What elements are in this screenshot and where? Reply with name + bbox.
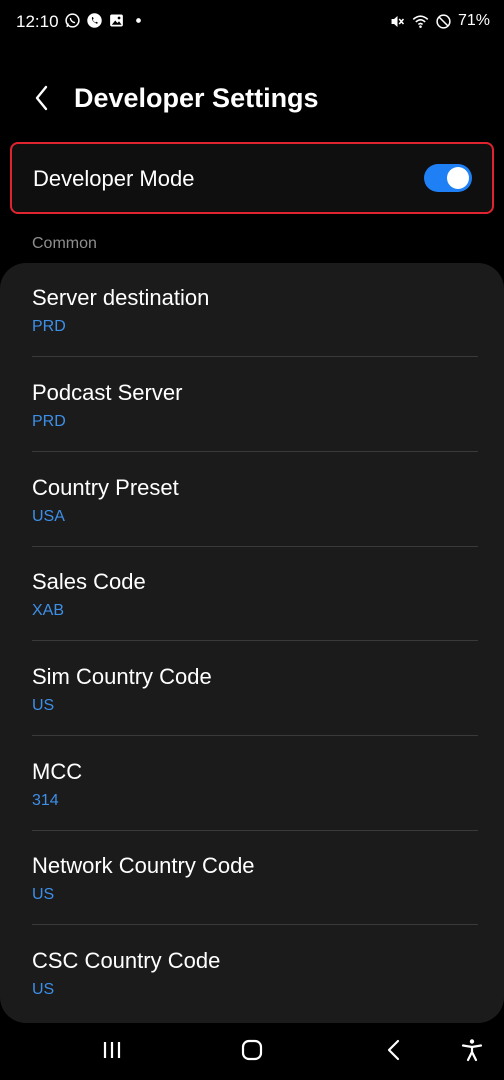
- developer-mode-row[interactable]: Developer Mode: [10, 142, 494, 214]
- item-value: PRD: [32, 413, 66, 430]
- status-bar: 12:10 71%: [0, 0, 504, 44]
- app-header: Developer Settings: [0, 72, 504, 128]
- wifi-icon: [412, 14, 429, 28]
- item-title: Sales Code: [32, 569, 146, 594]
- divider: [32, 640, 478, 641]
- divider: [32, 451, 478, 452]
- mute-icon: [391, 15, 405, 27]
- back-icon: [387, 1039, 400, 1061]
- home-button[interactable]: [232, 1030, 272, 1070]
- item-title: MCC: [32, 759, 83, 784]
- developer-mode-toggle[interactable]: [424, 164, 472, 192]
- item-value: 314: [32, 792, 59, 809]
- chevron-left-icon: [35, 85, 48, 111]
- status-time: 12:10: [16, 12, 59, 31]
- gallery-icon: [110, 14, 123, 27]
- list-item-server-destination[interactable]: Server destination PRD: [0, 263, 504, 357]
- item-title: Network Country Code: [32, 853, 255, 878]
- recents-button[interactable]: [92, 1030, 132, 1070]
- battery-percentage: 71%: [457, 12, 490, 29]
- navigation-bar: [0, 1020, 504, 1080]
- divider: [32, 356, 478, 357]
- developer-mode-label: Developer Mode: [33, 166, 195, 191]
- accessibility-icon: [461, 1039, 483, 1062]
- divider: [32, 735, 478, 736]
- recents-icon: [103, 1042, 121, 1058]
- whatsapp-call-icon: [87, 13, 102, 28]
- list-item-sales-code[interactable]: Sales Code XAB: [0, 547, 504, 641]
- item-value: US: [32, 981, 55, 998]
- back-button[interactable]: [22, 78, 62, 118]
- item-value: USA: [32, 508, 65, 525]
- dot-icon: [136, 18, 141, 23]
- divider: [32, 924, 478, 925]
- page-title: Developer Settings: [74, 83, 319, 113]
- nav-back-button[interactable]: [374, 1030, 414, 1070]
- notification-icons: [64, 12, 147, 29]
- list-item-csc-country-code[interactable]: CSC Country Code US: [0, 926, 504, 1020]
- item-value: US: [32, 886, 55, 903]
- item-title: CSC Country Code: [32, 948, 221, 973]
- section-header-common: Common: [32, 235, 97, 252]
- item-title: Podcast Server: [32, 380, 183, 405]
- list-item-podcast-server[interactable]: Podcast Server PRD: [0, 358, 504, 452]
- home-icon: [241, 1039, 263, 1061]
- toggle-knob: [447, 167, 469, 189]
- item-value: US: [32, 697, 55, 714]
- accessibility-button[interactable]: [452, 1030, 492, 1070]
- item-value: PRD: [32, 318, 66, 335]
- list-item-sim-country-code[interactable]: Sim Country Code US: [0, 642, 504, 736]
- system-status-icons: 71%: [389, 12, 490, 30]
- list-item-mcc[interactable]: MCC 314: [0, 737, 504, 831]
- settings-list: Server destination PRD Podcast Server PR…: [0, 263, 504, 1023]
- item-value: XAB: [32, 602, 65, 619]
- item-title: Sim Country Code: [32, 664, 212, 689]
- list-item-country-preset[interactable]: Country Preset USA: [0, 453, 504, 547]
- item-title: Country Preset: [32, 475, 179, 500]
- item-title: Server destination: [32, 285, 210, 310]
- list-item-network-country-code[interactable]: Network Country Code US: [0, 831, 504, 925]
- whatsapp-icon: [65, 13, 80, 28]
- dnd-icon: [436, 13, 451, 29]
